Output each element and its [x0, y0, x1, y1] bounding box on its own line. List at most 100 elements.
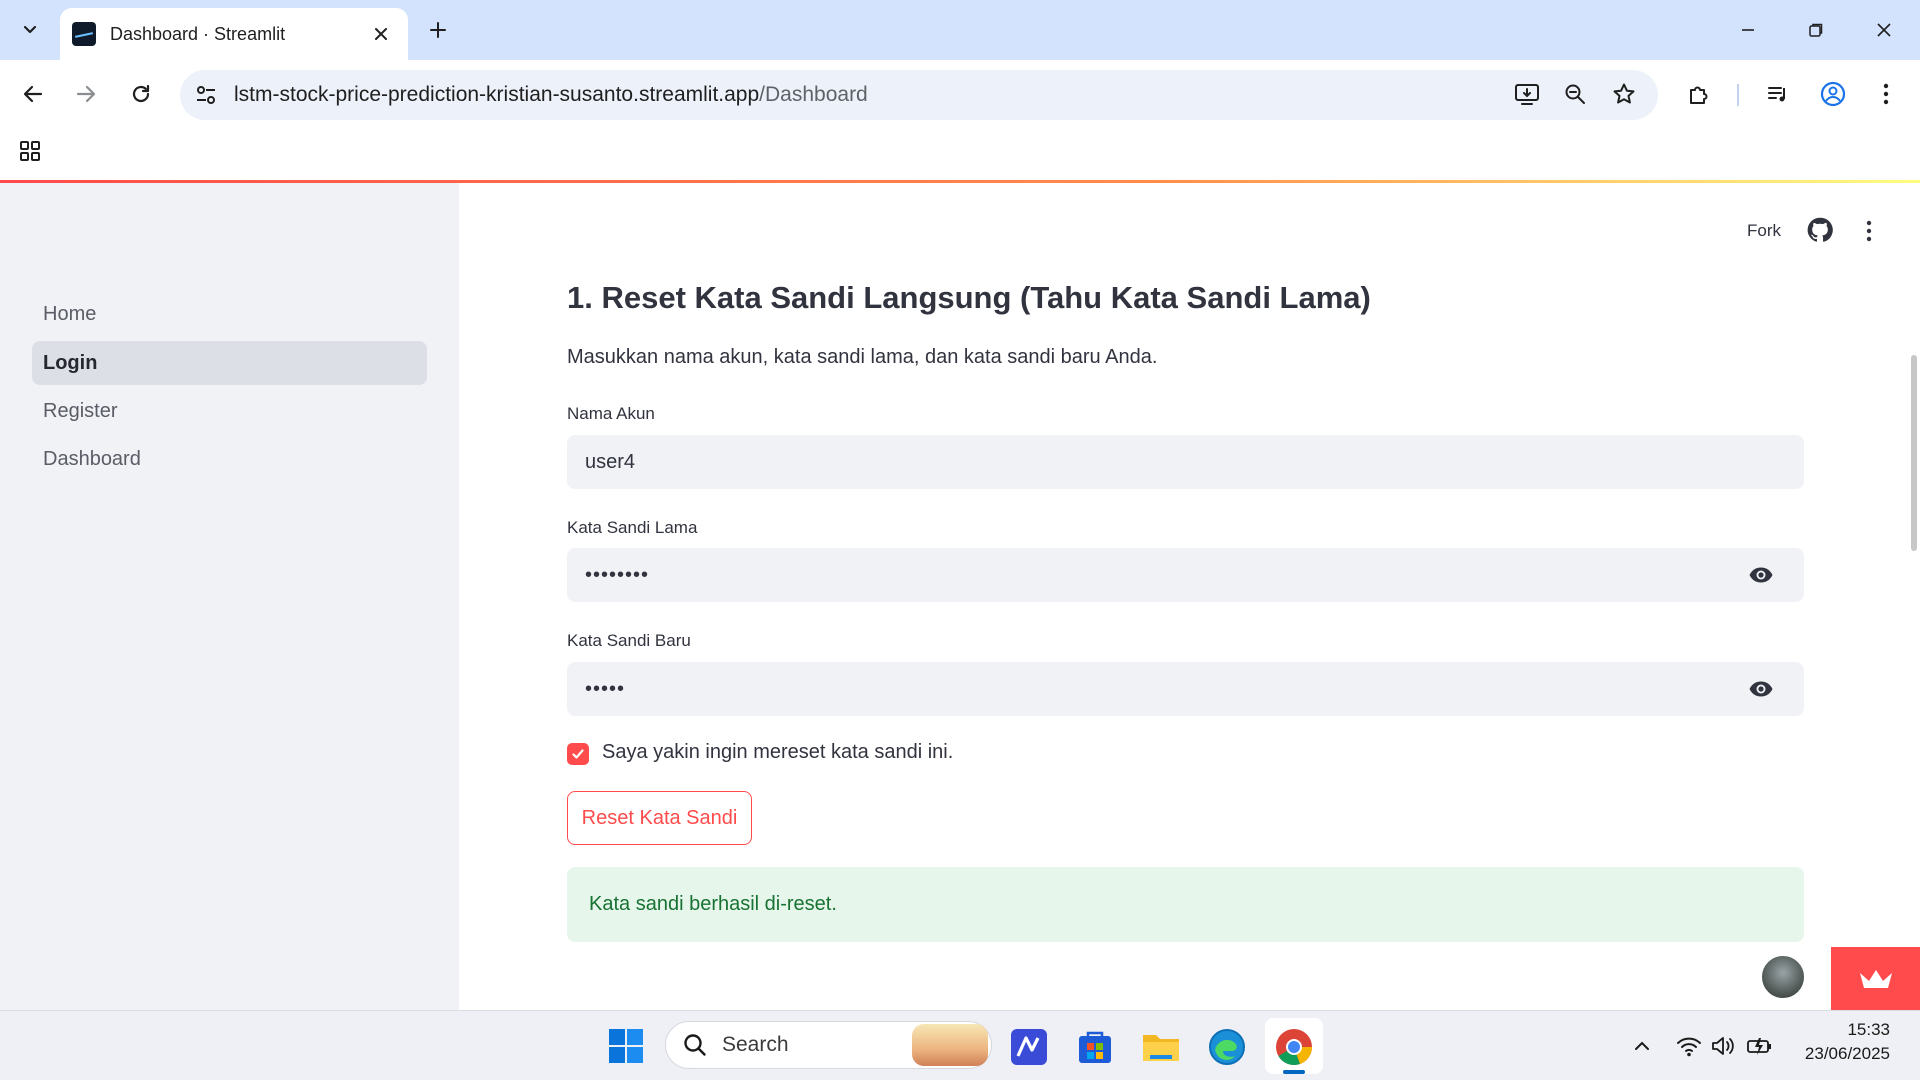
sidebar-item-register[interactable]: Register — [32, 389, 427, 433]
close-icon — [1877, 23, 1891, 37]
main-menu-button[interactable] — [1856, 216, 1882, 246]
streamlit-favicon-icon — [72, 22, 96, 46]
extensions-button[interactable] — [1679, 74, 1719, 114]
new-password-value: ••••• — [585, 677, 626, 700]
old-password-value: •••••••• — [585, 563, 650, 586]
star-icon — [1613, 83, 1635, 104]
arrow-right-icon — [76, 85, 96, 103]
confirm-checkbox-label[interactable]: Saya yakin ingin mereset kata sandi ini. — [602, 741, 953, 764]
username-input[interactable]: user4 — [567, 435, 1804, 489]
confirm-checkbox[interactable] — [567, 743, 589, 765]
battery-button[interactable] — [1745, 1031, 1775, 1061]
eye-icon[interactable] — [1748, 563, 1774, 587]
sidebar-item-login[interactable]: Login — [32, 341, 427, 385]
sidebar-item-label: Dashboard — [43, 447, 141, 470]
page-description: Masukkan nama akun, kata sandi lama, dan… — [567, 346, 1158, 368]
minimize-button[interactable] — [1720, 10, 1776, 50]
close-window-button[interactable] — [1856, 10, 1912, 50]
taskbar-app-editor[interactable] — [1006, 1024, 1052, 1070]
sidebar-item-label: Login — [43, 351, 98, 374]
checkmark-icon — [572, 749, 584, 759]
toolbar-divider — [1737, 84, 1739, 106]
close-icon — [375, 28, 387, 40]
new-tab-button[interactable] — [420, 14, 456, 46]
active-app-indicator — [1283, 1070, 1305, 1074]
profile-button[interactable] — [1813, 74, 1853, 114]
install-app-icon — [1515, 84, 1539, 105]
back-button[interactable] — [13, 74, 53, 114]
streamlit-cloud-badge[interactable] — [1831, 947, 1920, 1010]
arrow-left-icon — [23, 85, 43, 103]
apps-grid-icon — [20, 141, 40, 161]
speaker-icon — [1712, 1037, 1734, 1055]
folder-icon — [1143, 1035, 1179, 1061]
sidebar-item-label: Register — [43, 399, 118, 422]
reload-button[interactable] — [121, 74, 161, 114]
clock-time[interactable]: 15:33 — [1810, 1020, 1890, 1040]
show-hidden-icons-button[interactable] — [1627, 1031, 1657, 1061]
old-password-input[interactable]: •••••••• — [567, 548, 1804, 602]
zoom-out-icon — [1565, 84, 1585, 104]
site-info-button[interactable] — [190, 79, 222, 111]
new-password-input[interactable]: ••••• — [567, 662, 1804, 716]
browser-tab[interactable]: Dashboard · Streamlit — [60, 8, 408, 60]
account-circle-icon — [1820, 81, 1846, 107]
clock-date[interactable]: 23/06/2025 — [1790, 1044, 1890, 1064]
github-icon[interactable] — [1806, 216, 1834, 244]
browser-menu-button[interactable] — [1866, 74, 1906, 114]
old-password-label: Kata Sandi Lama — [567, 518, 698, 537]
restore-button[interactable] — [1788, 10, 1844, 50]
volume-button[interactable] — [1708, 1031, 1738, 1061]
media-controls-button[interactable] — [1758, 74, 1798, 114]
chevron-up-icon — [1635, 1041, 1649, 1050]
reset-password-button[interactable]: Reset Kata Sandi — [567, 791, 752, 845]
forward-button[interactable] — [66, 74, 106, 114]
zoom-button[interactable] — [1555, 74, 1595, 114]
tab-close-button[interactable] — [368, 21, 394, 47]
page-title: 1. Reset Kata Sandi Langsung (Tahu Kata … — [567, 280, 1371, 315]
tab-title: Dashboard · Streamlit — [110, 23, 286, 44]
puzzle-icon — [1690, 86, 1708, 104]
battery-charging-icon — [1747, 1038, 1771, 1055]
install-app-button[interactable] — [1507, 74, 1547, 114]
sidebar-item-label: Home — [43, 302, 97, 325]
search-highlight-image[interactable] — [912, 1024, 988, 1066]
queue-music-icon — [1768, 87, 1785, 102]
chevron-down-icon — [23, 25, 37, 34]
sidebar-item-home[interactable]: Home — [32, 292, 427, 336]
url-host: lstm-stock-price-prediction-kristian-sus… — [234, 83, 760, 106]
wifi-icon — [1677, 1037, 1701, 1057]
url-text[interactable]: lstm-stock-price-prediction-kristian-sus… — [234, 83, 868, 107]
username-label: Nama Akun — [567, 404, 655, 423]
chrome-browser-icon — [1276, 1029, 1312, 1066]
reload-icon — [132, 84, 150, 103]
restore-icon — [1809, 23, 1823, 37]
apps-shortcut[interactable] — [14, 135, 46, 167]
edge-browser-icon — [1209, 1029, 1245, 1065]
taskbar-app-edge[interactable] — [1204, 1024, 1250, 1070]
tune-icon — [197, 86, 215, 104]
success-message: Kata sandi berhasil di-reset. — [589, 893, 837, 915]
fork-button[interactable]: Fork — [1747, 221, 1781, 241]
url-path: /Dashboard — [759, 83, 868, 106]
minimize-icon — [1742, 29, 1754, 31]
windows-start-icon[interactable] — [606, 1026, 646, 1066]
taskbar-app-chrome[interactable] — [1271, 1024, 1317, 1070]
sidebar-item-dashboard[interactable]: Dashboard — [32, 437, 427, 481]
taskbar-search-placeholder: Search — [722, 1033, 789, 1056]
network-button[interactable] — [1674, 1031, 1704, 1061]
taskbar-app-store[interactable] — [1072, 1024, 1118, 1070]
crown-icon — [1859, 969, 1892, 988]
scrollbar-thumb[interactable] — [1911, 355, 1917, 551]
search-icon — [684, 1034, 706, 1056]
viewer-avatar[interactable] — [1760, 954, 1806, 1000]
username-value: user4 — [585, 450, 636, 473]
tab-search-button[interactable] — [10, 12, 50, 48]
bookmark-button[interactable] — [1604, 74, 1644, 114]
address-bar[interactable]: lstm-stock-price-prediction-kristian-sus… — [180, 70, 1658, 120]
code-editor-icon — [1011, 1029, 1047, 1065]
eye-icon[interactable] — [1748, 677, 1774, 701]
microsoft-store-icon — [1079, 1031, 1111, 1063]
plus-icon — [430, 22, 446, 38]
taskbar-app-file-explorer[interactable] — [1138, 1024, 1184, 1070]
